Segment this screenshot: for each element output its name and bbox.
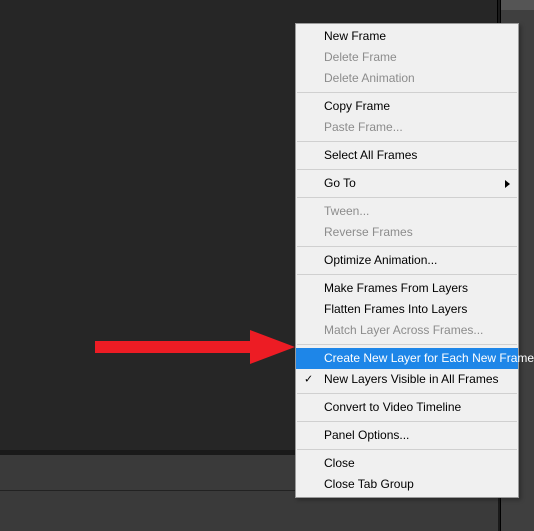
menu-item-close-tab-group[interactable]: Close Tab Group	[296, 474, 518, 495]
menu-item-delete-frame: Delete Frame	[296, 47, 518, 68]
menu-item-create-new-layer-for-each-new-frame[interactable]: Create New Layer for Each New Frame	[296, 348, 518, 369]
checkmark-icon: ✓	[304, 371, 313, 388]
menu-item-reverse-frames: Reverse Frames	[296, 222, 518, 243]
menu-item-label: New Frame	[324, 29, 386, 43]
menu-item-convert-to-video-timeline[interactable]: Convert to Video Timeline	[296, 397, 518, 418]
menu-item-close[interactable]: Close	[296, 453, 518, 474]
menu-item-delete-animation: Delete Animation	[296, 68, 518, 89]
menu-separator	[297, 449, 517, 450]
menu-item-label: Optimize Animation...	[324, 253, 437, 267]
menu-separator	[297, 141, 517, 142]
menu-item-go-to[interactable]: Go To	[296, 173, 518, 194]
menu-item-label: Go To	[324, 176, 356, 190]
menu-item-new-frame[interactable]: New Frame	[296, 26, 518, 47]
menu-item-label: Make Frames From Layers	[324, 281, 468, 295]
menu-item-copy-frame[interactable]: Copy Frame	[296, 96, 518, 117]
menu-item-tween: Tween...	[296, 201, 518, 222]
menu-separator	[297, 169, 517, 170]
menu-separator	[297, 92, 517, 93]
submenu-arrow-icon	[505, 180, 510, 188]
menu-item-new-layers-visible-in-all-frames[interactable]: New Layers Visible in All Frames ✓	[296, 369, 518, 390]
menu-item-label: Close	[324, 456, 355, 470]
menu-item-label: New Layers Visible in All Frames	[324, 372, 499, 386]
menu-separator	[297, 421, 517, 422]
menu-item-make-frames-from-layers[interactable]: Make Frames From Layers	[296, 278, 518, 299]
menu-separator	[297, 197, 517, 198]
menu-item-label: Paste Frame...	[324, 120, 403, 134]
menu-item-paste-frame: Paste Frame...	[296, 117, 518, 138]
menu-separator	[297, 393, 517, 394]
menu-item-optimize-animation[interactable]: Optimize Animation...	[296, 250, 518, 271]
menu-item-label: Delete Frame	[324, 50, 397, 64]
menu-item-label: Panel Options...	[324, 428, 409, 442]
menu-item-select-all-frames[interactable]: Select All Frames	[296, 145, 518, 166]
menu-item-label: Copy Frame	[324, 99, 390, 113]
menu-item-label: Tween...	[324, 204, 369, 218]
menu-item-label: Select All Frames	[324, 148, 417, 162]
menu-item-label: Flatten Frames Into Layers	[324, 302, 467, 316]
menu-item-label: Reverse Frames	[324, 225, 413, 239]
menu-item-label: Delete Animation	[324, 71, 415, 85]
menu-separator	[297, 344, 517, 345]
timeline-context-menu: New Frame Delete Frame Delete Animation Cop…	[295, 23, 519, 498]
menu-item-label: Convert to Video Timeline	[324, 400, 461, 414]
menu-item-match-layer-across-frames: Match Layer Across Frames...	[296, 320, 518, 341]
menu-item-panel-options[interactable]: Panel Options...	[296, 425, 518, 446]
menu-separator	[297, 274, 517, 275]
menu-item-label: Close Tab Group	[324, 477, 414, 491]
panel-grip[interactable]	[501, 0, 534, 10]
menu-separator	[297, 246, 517, 247]
menu-item-label: Create New Layer for Each New Frame	[324, 351, 534, 365]
menu-item-label: Match Layer Across Frames...	[324, 323, 483, 337]
menu-item-flatten-frames-into-layers[interactable]: Flatten Frames Into Layers	[296, 299, 518, 320]
